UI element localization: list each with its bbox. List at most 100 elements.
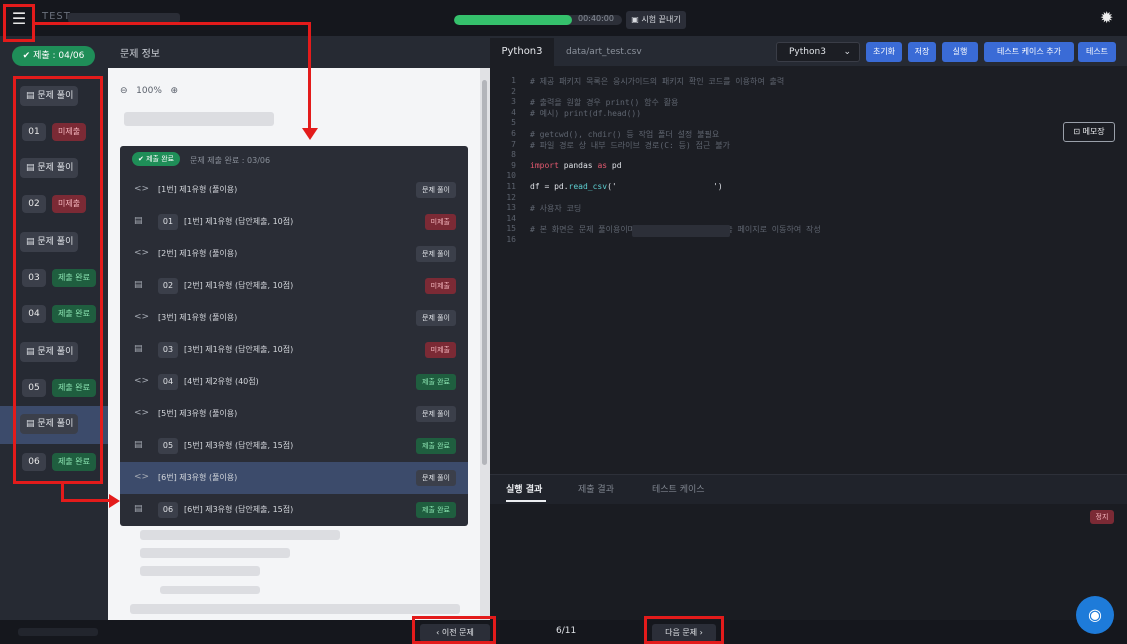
app-title: TEST [42,11,71,22]
tab-data-file[interactable]: data/art_test.csv [566,40,642,64]
run-button[interactable]: 실행 [942,42,978,62]
active-tab-underline [506,500,546,502]
code-token: import [530,160,559,170]
dropdown-row[interactable]: <> 04 [4번] 제2유형 (40점) 제출 완료 [120,366,468,398]
code-line: # 파일 경로 상 내부 드라이브 경로(C: 등) 접근 불가 [530,140,730,151]
code-line: # 출력을 원할 경우 print() 함수 활용 [530,97,678,108]
settings-gear-icon[interactable]: ✹ [1100,9,1113,27]
zoom-in-icon[interactable]: ⊕ [170,86,178,96]
annotation-arrowhead [302,128,318,140]
code-token: pandas [558,160,598,170]
annotation-box-next [644,616,724,644]
line-number: 13 [506,203,516,213]
zoom-out-icon[interactable]: ⊖ [120,86,128,96]
result-output [490,504,1127,620]
page-indicator: 6/11 [556,626,577,636]
dropdown-row[interactable]: <> [1번] 제1유형 (풀이용) 문제 풀이 [120,174,468,206]
save-button[interactable]: 저장 [908,42,936,62]
dropdown-summary: 문제 제출 완료 : 03/06 [190,156,271,165]
memo-button[interactable]: ⊡ 메모장 [1063,122,1115,142]
dropdown-row[interactable]: <> [5번] 제3유형 (풀이용) 문제 풀이 [120,398,468,430]
chat-support-icon[interactable]: ◉ [1076,596,1114,634]
problem-panel-title: 문제 정보 [120,49,160,60]
row-title: [1번] 제1유형 (답안제출, 10점) [184,217,294,226]
dropdown-row[interactable]: ▤ 05 [5번] 제3유형 (답안제출, 15점) 제출 완료 [120,430,468,462]
code-line: # getcwd(), chdir() 등 작업 폴더 설정 불필요 [530,129,719,140]
tab-python3[interactable]: Python3 [490,38,554,66]
blurred-file-path [632,225,730,237]
stop-button[interactable]: 정지 [1090,510,1114,524]
line-number: 7 [511,139,516,149]
dropdown-row[interactable]: <> [3번] 제1유형 (풀이용) 문제 풀이 [120,302,468,334]
code-icon: <> [134,312,150,322]
blurred-text [160,586,260,594]
code-token: pd [607,160,622,170]
row-title: [6번] 제3유형 (답안제출, 15점) [184,505,294,514]
code-editor[interactable] [490,66,1127,474]
row-title: [6번] 제3유형 (풀이용) [158,473,238,482]
dropdown-row[interactable]: ▤ 02 [2번] 제1유형 (답안제출, 10점) 미제출 [120,270,468,302]
annotation-arrowhead [109,494,120,508]
code-icon: <> [134,248,150,258]
end-exam-button[interactable]: ▣ 시험 끝내기 [626,11,686,29]
code-icon: <> [134,472,150,482]
annotation-box-sidebar [13,76,103,484]
row-number: 06 [158,502,178,518]
tab-submit-result[interactable]: 제출 결과 [578,482,614,495]
row-status-badge: 미제출 [424,214,456,230]
zoom-controls: ⊖ 100% ⊕ [120,86,210,104]
dropdown-row[interactable]: <> [2번] 제1유형 (풀이용) 문제 풀이 [120,238,468,270]
row-status-badge: 미제출 [424,278,456,294]
code-icon: <> [134,376,150,386]
code-token: # 제공 패키지 목록은 응시가이드의 패키지 확인 코드를 이용하여 출력 [530,77,785,86]
row-status-badge: 문제 풀이 [416,470,456,486]
code-icon: <> [134,184,150,194]
reset-button[interactable]: 초기화 [866,42,902,62]
problem-scroll-thumb[interactable] [482,80,487,465]
code-line: df = pd.read_csv(' ') [530,182,723,191]
code-token: # 예시) print(df.head()) [530,108,642,118]
check-icon: ✔ [22,51,34,61]
end-exam-label: 시험 끝내기 [641,15,681,24]
row-title: [5번] 제3유형 (답안제출, 15점) [184,441,294,450]
blurred-text [140,548,290,558]
code-icon: <> [134,408,150,418]
line-number: 11 [506,182,516,191]
document-icon: ▤ [134,344,143,354]
dropdown-row[interactable]: ▤ 06 [6번] 제3유형 (답안제출, 15점) 제출 완료 [120,494,468,526]
code-token: # 출력을 원할 경우 print() 함수 활용 [530,98,679,108]
line-number: 15 [506,224,516,234]
row-status-badge: 제출 완료 [416,502,456,518]
language-select[interactable]: Python3 ⌄ [776,42,860,62]
code-token: read_csv [568,182,608,191]
dropdown-row[interactable]: <> [6번] 제3유형 (풀이용) 문제 풀이 [120,462,468,494]
line-number: 14 [506,213,516,223]
dropdown-submit-badge: ✔ 제출 완료 [132,152,181,166]
row-status-badge: 미제출 [424,342,456,358]
dropdown-row[interactable]: ▤ 01 [1번] 제1유형 (답안제출, 10점) 미제출 [120,206,468,238]
row-number: 05 [158,438,178,454]
annotation-box-prev [412,616,496,644]
memo-icon: ⊡ [1073,127,1083,136]
document-icon: ▤ [134,504,143,514]
line-number: 16 [506,235,516,244]
row-status-badge: 제출 완료 [416,438,456,454]
row-status-badge: 문제 풀이 [416,182,456,198]
code-token: (' ') [607,182,723,191]
code-token: # 파일 경로 상 내부 드라이브 경로(C: 등) 접근 불가 [530,140,730,150]
row-status-badge: 문제 풀이 [416,246,456,262]
tab-test-cases[interactable]: 테스트 케이스 [652,482,705,495]
tab-run-result[interactable]: 실행 결과 [506,482,542,495]
dropdown-row[interactable]: ▤ 03 [3번] 제1유형 (답안제출, 10점) 미제출 [120,334,468,366]
document-icon: ▤ [134,216,143,226]
test-button[interactable]: 테스트 [1078,42,1116,62]
annotation-arrow [35,22,311,25]
blurred-text [124,112,274,126]
problem-panel-header [108,36,490,68]
add-test-case-button[interactable]: 테스트 케이스 추가 [984,42,1074,62]
row-status-badge: 제출 완료 [416,374,456,390]
line-number: 8 [511,150,516,160]
document-icon: ▤ [134,280,143,290]
code-token: df = pd. [530,182,569,191]
blurred-footer-text [18,628,98,636]
